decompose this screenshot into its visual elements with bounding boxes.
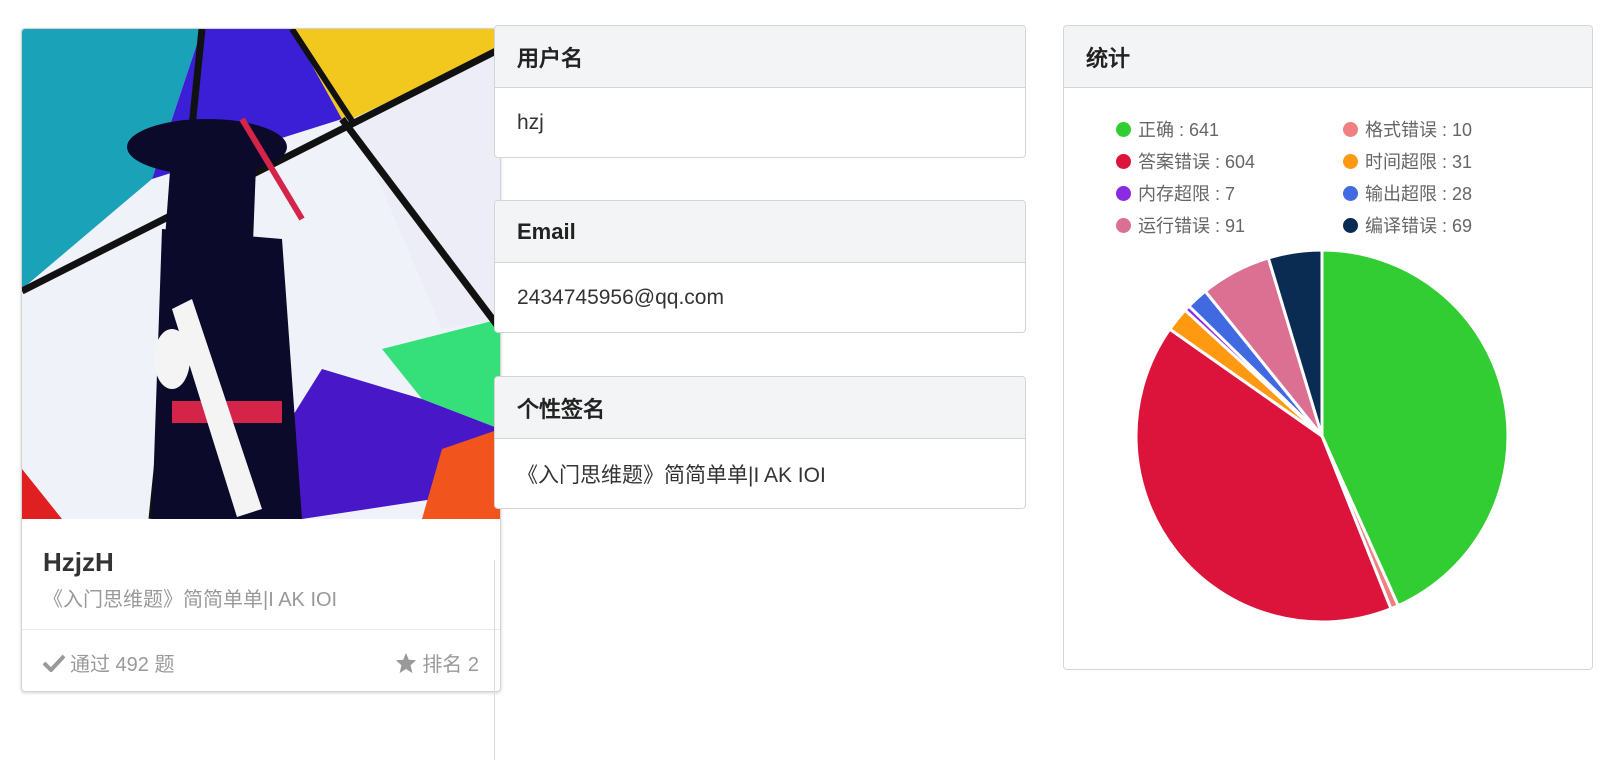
email-section: Email 2434745956@qq.com	[494, 200, 1026, 333]
accepted-count: 通过 492 题	[43, 648, 174, 677]
rank-label: 排名 2	[422, 654, 479, 676]
check-icon	[43, 654, 65, 672]
username-value: hzj	[517, 110, 544, 134]
stats-section: 统计 正确 : 641 格式错误 : 10 答案错误 : 604 时间超限 : …	[1063, 25, 1593, 670]
avatar	[22, 29, 500, 519]
profile-content: HzjzH 《入门思维题》简简单单|I AK IOI	[22, 529, 500, 630]
signature-title: 个性签名	[495, 377, 1025, 439]
profile-signature: 《入门思维题》简简单单|I AK IOI	[43, 589, 338, 611]
star-icon	[395, 652, 417, 674]
signature-value: 《入门思维题》简简单单|I AK IOI	[517, 463, 826, 487]
profile-name: HzjzH	[43, 547, 114, 577]
signature-section: 个性签名 《入门思维题》简简单单|I AK IOI	[494, 376, 1026, 509]
profile-extra: 通过 492 题 排名 2	[22, 630, 500, 690]
avatar-image	[22, 29, 500, 519]
pie-chart	[1134, 248, 1510, 624]
email-title: Email	[495, 201, 1025, 263]
profile-card: HzjzH 《入门思维题》简简单单|I AK IOI 通过 492 题 排名 2	[21, 28, 501, 692]
email-value: 2434745956@qq.com	[517, 285, 724, 309]
rank: 排名 2	[395, 648, 479, 677]
accepted-label: 通过 492 题	[70, 654, 175, 676]
username-title: 用户名	[495, 26, 1025, 88]
username-section: 用户名 hzj	[494, 25, 1026, 158]
divider	[494, 560, 495, 760]
